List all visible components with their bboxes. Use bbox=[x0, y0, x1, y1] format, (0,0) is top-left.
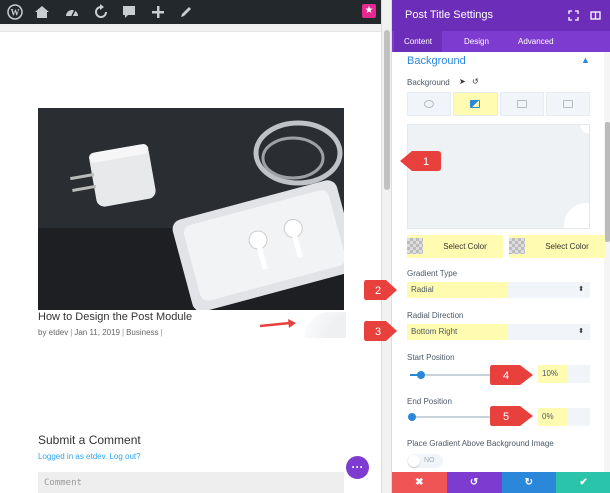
callout-number: 2 bbox=[375, 285, 381, 297]
home-icon[interactable] bbox=[34, 4, 50, 20]
callout-3: 3 bbox=[364, 318, 398, 344]
transparent-swatch bbox=[407, 238, 423, 254]
tab-bar: Content Design Advanced bbox=[392, 31, 610, 52]
end-position-label: End Position bbox=[407, 397, 452, 406]
bg-video-tab[interactable] bbox=[545, 92, 590, 116]
more-options-button[interactable]: ··· bbox=[346, 456, 369, 479]
callout-4: 4 bbox=[490, 362, 534, 388]
slider-handle[interactable] bbox=[408, 413, 416, 421]
post-featured-image[interactable] bbox=[38, 108, 344, 310]
tab-design[interactable]: Design bbox=[454, 31, 499, 52]
logged-in-link[interactable]: Logged in as etdev. Log out? bbox=[38, 452, 141, 461]
close-button[interactable]: ✖ bbox=[392, 472, 447, 493]
callout-5: 5 bbox=[490, 403, 534, 429]
post-date: Jan 11, 2019 bbox=[74, 328, 120, 337]
arrow-right-icon bbox=[259, 319, 296, 328]
post-category[interactable]: Business bbox=[126, 328, 158, 337]
start-position-value: 10% bbox=[538, 365, 568, 383]
callout-2: 2 bbox=[364, 277, 398, 303]
callout-number: 4 bbox=[503, 370, 509, 382]
wordpress-icon[interactable]: W bbox=[7, 4, 23, 20]
gradient-type-label: Gradient Type bbox=[407, 269, 458, 278]
callout-number: 5 bbox=[503, 411, 509, 423]
gradient-color-pickers: Select Color Select Color bbox=[407, 235, 605, 258]
svg-text:W: W bbox=[11, 8, 20, 18]
gradient-preview-shape bbox=[304, 312, 346, 338]
gradient-icon bbox=[470, 100, 481, 108]
bg-color-tab[interactable] bbox=[407, 92, 452, 116]
panel-scrollbar[interactable] bbox=[604, 52, 610, 472]
radial-direction-select[interactable]: Bottom Right ⬍ bbox=[407, 324, 590, 340]
comment-textarea[interactable]: Comment bbox=[38, 472, 344, 493]
place-gradient-toggle[interactable]: NO bbox=[407, 454, 443, 468]
gradient-type-select[interactable]: Radial ⬍ bbox=[407, 282, 590, 298]
save-button[interactable]: ✔ bbox=[556, 472, 610, 493]
comment-section-title: Submit a Comment bbox=[38, 433, 141, 447]
admin-bar: W ★ bbox=[0, 0, 381, 24]
cursor-icon[interactable]: ➤ bbox=[459, 77, 466, 86]
post-author[interactable]: by etdev bbox=[38, 328, 68, 337]
video-icon bbox=[562, 100, 573, 108]
background-type-switcher bbox=[407, 92, 590, 116]
panel-title: Post Title Settings bbox=[405, 9, 494, 21]
toggle-knob bbox=[408, 455, 420, 467]
refresh-icon[interactable] bbox=[93, 4, 109, 20]
expand-icon[interactable] bbox=[567, 9, 580, 22]
tab-advanced[interactable]: Advanced bbox=[508, 31, 564, 52]
select-arrows-icon: ⬍ bbox=[578, 286, 584, 293]
screen: W ★ How to Design the Post Module by etd… bbox=[0, 0, 610, 493]
bg-gradient-tab[interactable] bbox=[453, 92, 498, 116]
start-position-input[interactable]: 10% bbox=[538, 365, 590, 383]
background-label: Background bbox=[407, 78, 450, 87]
divi-builder-button[interactable]: ★ bbox=[362, 4, 376, 18]
callout-number: 1 bbox=[423, 156, 429, 168]
post-meta: by etdev | Jan 11, 2019 | Business | bbox=[38, 328, 165, 337]
place-gradient-label: Place Gradient Above Background Image bbox=[407, 439, 554, 448]
page-top-strip bbox=[0, 24, 381, 32]
callout-number: 3 bbox=[375, 326, 381, 338]
panel-footer: ✖ ↺ ↻ ✔ bbox=[392, 472, 610, 493]
chevron-up-icon[interactable]: ▲ bbox=[581, 55, 590, 65]
split-view-icon[interactable] bbox=[589, 9, 602, 22]
panel-scrollbar-thumb[interactable] bbox=[605, 122, 610, 242]
undo-button[interactable]: ↺ bbox=[446, 472, 502, 493]
page-scrollbar-thumb[interactable] bbox=[384, 30, 390, 190]
start-position-label: Start Position bbox=[407, 353, 455, 362]
page-scrollbar[interactable] bbox=[381, 0, 391, 493]
end-position-input[interactable]: 0% bbox=[538, 408, 590, 426]
panel-header: Post Title Settings bbox=[392, 0, 610, 31]
gradient-preview bbox=[407, 124, 590, 229]
gradient-type-value: Radial bbox=[407, 282, 507, 298]
start-color-picker[interactable]: Select Color bbox=[407, 235, 503, 258]
radial-direction-value: Bottom Right bbox=[407, 324, 507, 340]
paint-bucket-icon bbox=[424, 100, 435, 108]
meta-separator: | bbox=[70, 328, 73, 337]
background-section-title[interactable]: Background bbox=[407, 55, 466, 67]
redo-button[interactable]: ↻ bbox=[501, 472, 557, 493]
preview-radial-highlight bbox=[564, 203, 589, 228]
dashboard-icon[interactable] bbox=[64, 4, 80, 20]
image-icon bbox=[516, 100, 527, 108]
select-arrows-icon: ⬍ bbox=[578, 328, 584, 335]
end-position-value: 0% bbox=[538, 408, 568, 426]
reset-icon[interactable]: ↺ bbox=[472, 77, 479, 86]
meta-separator: | bbox=[160, 328, 163, 337]
transparent-swatch bbox=[509, 238, 525, 254]
preview-corner bbox=[579, 125, 589, 135]
toggle-state: NO bbox=[424, 457, 435, 464]
select-color-label: Select Color bbox=[545, 242, 589, 251]
end-color-picker[interactable]: Select Color bbox=[509, 235, 605, 258]
post-title[interactable]: How to Design the Post Module bbox=[38, 311, 192, 323]
label-tools: ➤ ↺ bbox=[459, 77, 479, 86]
slider-handle[interactable] bbox=[417, 371, 425, 379]
select-color-label: Select Color bbox=[443, 242, 487, 251]
radial-direction-label: Radial Direction bbox=[407, 311, 464, 320]
comment-icon[interactable] bbox=[121, 4, 137, 20]
callout-1: 1 bbox=[398, 148, 442, 174]
tab-content[interactable]: Content bbox=[394, 31, 443, 52]
plus-icon[interactable] bbox=[150, 4, 166, 20]
meta-separator: | bbox=[122, 328, 125, 337]
bg-image-tab[interactable] bbox=[499, 92, 544, 116]
pencil-icon[interactable] bbox=[178, 4, 194, 20]
